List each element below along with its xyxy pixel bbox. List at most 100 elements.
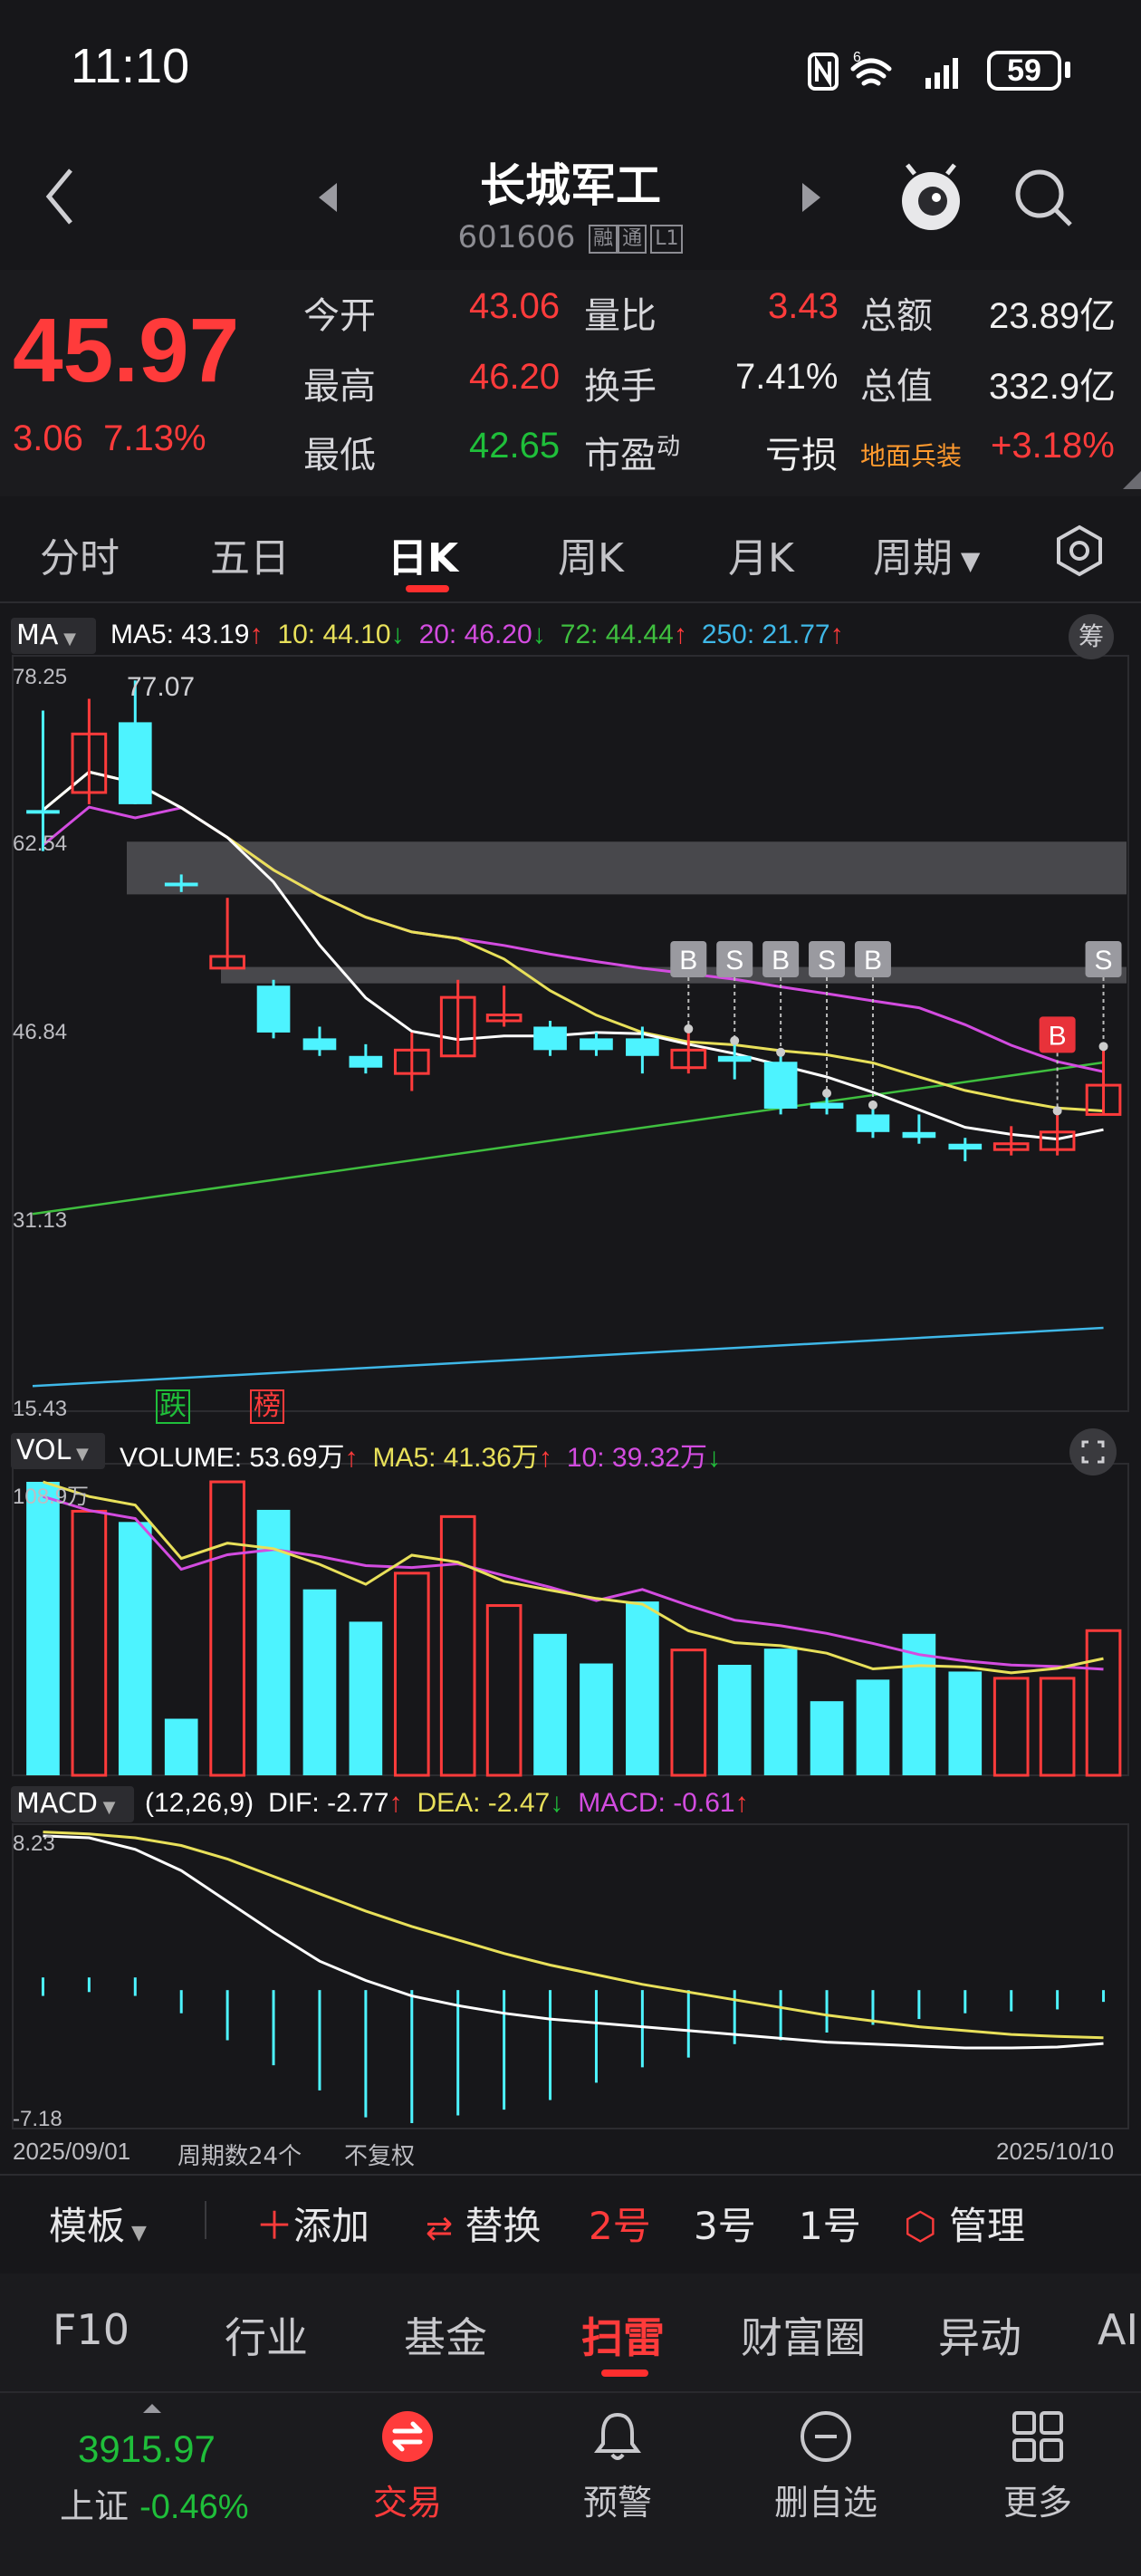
tab-ai[interactable]: AI	[1098, 2305, 1141, 2354]
nav-remove-watchlist[interactable]: 删自选	[753, 2475, 898, 2524]
change-pct: 7.13%	[103, 418, 206, 458]
vol-indicator-select[interactable]: VOL ▼	[11, 1433, 105, 1469]
vol-ma10-line	[43, 1495, 1104, 1671]
chart-settings-icon[interactable]	[1052, 524, 1107, 578]
tab-weekly-k[interactable]: 周K	[558, 525, 624, 583]
marker-fall-list[interactable]: 跌	[156, 1389, 190, 1424]
tab-wealth-circle[interactable]: 财富圈	[741, 2305, 866, 2365]
ma-legend-item: 250: 21.77	[701, 620, 830, 649]
trade-icon[interactable]	[380, 2409, 435, 2464]
network-type: 6	[853, 50, 861, 65]
status-icons: 6	[808, 50, 958, 91]
slot-1-button[interactable]: 1号	[799, 2196, 861, 2251]
grid-more-icon[interactable]	[1011, 2409, 1065, 2464]
ma-legend-item: 20: 46.20	[418, 620, 532, 649]
trend-arrow: ↓	[707, 1443, 721, 1473]
nav-alert[interactable]: 预警	[545, 2475, 690, 2524]
macd-legend-item: MACD: -0.61	[578, 1788, 735, 1818]
tab-f10[interactable]: F10	[53, 2305, 129, 2354]
volume-bar	[118, 1522, 152, 1775]
nav-more[interactable]: 更多	[965, 2475, 1110, 2524]
volume-bar	[439, 1514, 476, 1777]
chip-distribution-button[interactable]: 筹	[1069, 614, 1114, 659]
vol-legend-item: 10: 39.32万	[566, 1443, 707, 1473]
tab-period[interactable]: 周期 ▼	[873, 525, 980, 583]
tag-tong: 通	[618, 224, 647, 254]
sector-name[interactable]: 地面兵装	[860, 437, 962, 473]
index-summary[interactable]: 上证 -0.46%	[60, 2478, 249, 2528]
price-pane: B S B S BBS	[26, 680, 1127, 1388]
trend-arrow: ↑	[538, 1443, 552, 1473]
candle-body	[118, 722, 152, 804]
tab-monthly-k[interactable]: 月K	[728, 525, 794, 583]
marker-rank-list[interactable]: 榜	[250, 1389, 284, 1424]
divider	[0, 2174, 1141, 2176]
marker-dot	[822, 1089, 832, 1099]
value-low: 42.65	[469, 426, 561, 466]
volume-bar	[209, 1480, 245, 1777]
tab-daily-k[interactable]: 日K	[388, 525, 458, 583]
tab-five-day[interactable]: 五日	[210, 525, 290, 583]
sector-change[interactable]: +3.18%	[991, 426, 1115, 466]
volume-bar	[485, 1604, 523, 1777]
index-value[interactable]: 3915.97	[78, 2427, 216, 2471]
label-volume-ratio: 量比	[584, 295, 657, 337]
slot-3-button[interactable]: 3号	[694, 2196, 756, 2251]
replace-button[interactable]: ⇄ 替换	[426, 2196, 542, 2251]
remove-watchlist-icon[interactable]	[799, 2409, 853, 2464]
template-button[interactable]: 模板 ▼	[49, 2196, 147, 2251]
tab-industry[interactable]: 行业	[225, 2305, 308, 2365]
manage-button[interactable]: ⬡ 管理	[904, 2196, 1025, 2251]
volume-bar	[626, 1601, 659, 1775]
slot-2-button[interactable]: 2号	[589, 2196, 651, 2251]
tab-movement[interactable]: 异动	[938, 2305, 1021, 2365]
tab-intraday[interactable]: 分时	[40, 525, 120, 583]
bs-marker-label: S	[818, 946, 836, 976]
axis-macd-max: 8.23	[13, 1831, 55, 1856]
axis-price-min: 15.43	[13, 1397, 68, 1421]
signal-icon	[925, 58, 958, 89]
candle-body	[164, 882, 198, 887]
add-button[interactable]: ＋添加	[255, 2196, 369, 2251]
battery-indicator: 59	[987, 51, 1061, 91]
bell-icon[interactable]	[590, 2409, 645, 2464]
axis-price-2: 62.54	[13, 831, 68, 856]
bs-marker-label: B	[679, 946, 697, 976]
candle-body	[717, 1055, 752, 1062]
candle-body	[902, 1131, 936, 1139]
ma-legend-item: 10: 44.10	[277, 620, 391, 649]
mascot-icon[interactable]	[896, 161, 965, 234]
vol-ma5-line	[43, 1480, 1104, 1675]
search-icon[interactable]	[1012, 167, 1076, 230]
adjust-type[interactable]: 不复权	[344, 2138, 415, 2171]
label-high: 最高	[303, 366, 376, 408]
status-time: 11:10	[71, 39, 190, 93]
tab-risk-scan[interactable]: 扫雷	[581, 2305, 665, 2365]
page-title: 长城军工	[480, 159, 661, 212]
template-label: 模板	[49, 2204, 126, 2248]
axis-price-4: 31.13	[13, 1208, 68, 1233]
tab-fund[interactable]: 基金	[404, 2305, 487, 2365]
dif-line	[43, 1834, 1104, 2050]
replace-label: 替换	[465, 2204, 542, 2248]
macd-indicator-select[interactable]: MACD ▼	[11, 1786, 134, 1822]
kline-chart[interactable]: B S B S BBS	[0, 605, 1141, 2172]
expand-up-icon[interactable]	[141, 2400, 163, 2415]
fullscreen-icon[interactable]	[1069, 1427, 1117, 1476]
candle-body	[948, 1143, 983, 1150]
divider	[0, 601, 1141, 603]
ma-label: MA	[16, 620, 59, 651]
marker-dot	[1052, 1106, 1062, 1116]
nav-trade[interactable]: 交易	[335, 2475, 480, 2524]
marker-dot	[776, 1047, 786, 1057]
ma-indicator-select[interactable]: MA ▼	[11, 618, 96, 654]
volume-pane	[26, 1480, 1122, 1777]
period-count: 周期数24个	[177, 2143, 302, 2170]
index-name: 上证	[60, 2486, 129, 2526]
bs-marker-label: B	[1049, 1021, 1067, 1051]
volume-bar	[717, 1665, 752, 1775]
axis-price-3: 46.84	[13, 1020, 68, 1044]
next-stock-icon[interactable]	[799, 179, 824, 216]
expand-corner-icon[interactable]	[1123, 471, 1141, 489]
toolbar-divider	[205, 2201, 206, 2239]
